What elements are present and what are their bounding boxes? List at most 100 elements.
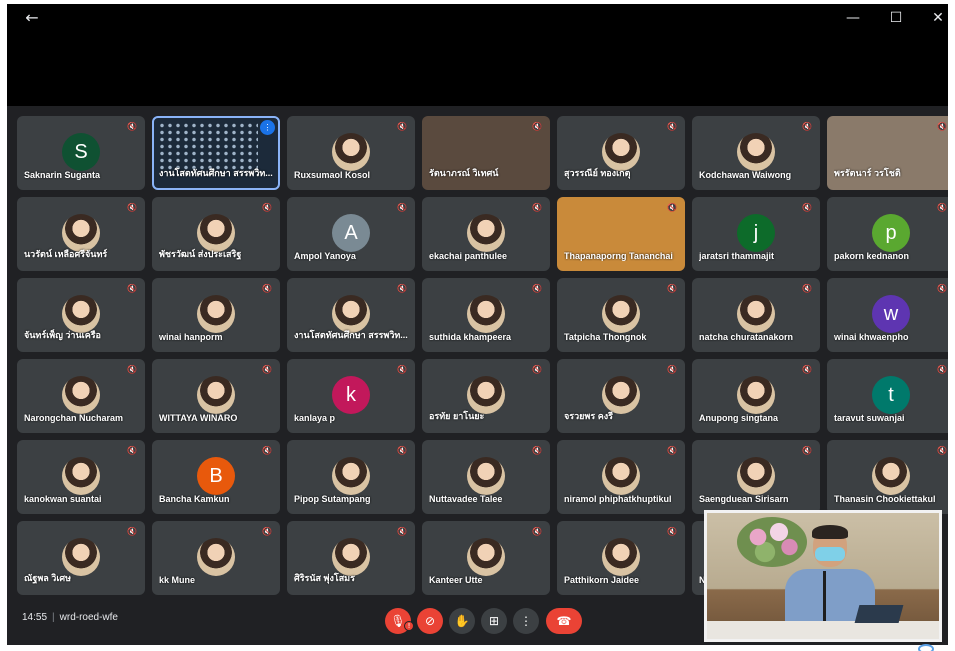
participant-tile[interactable]: 🔇 Narongchan Nucharam	[17, 359, 145, 433]
participant-name: WITTAYA WINARO	[159, 413, 238, 423]
mic-muted-icon: 🔇	[127, 446, 137, 455]
participant-tile[interactable]: 🔇 Saengduean Sirisarn	[692, 440, 820, 514]
participant-tile[interactable]: 🔇 WITTAYA WINARO	[152, 359, 280, 433]
participant-tile[interactable]: 🔇 suthida khampeera	[422, 278, 550, 352]
mic-muted-icon: 🔇	[262, 365, 272, 374]
participant-tile[interactable]: 🔇 Ruxsumaol Kosol	[287, 116, 415, 190]
leave-call-button[interactable]: ☎	[546, 608, 582, 634]
avatar: j	[737, 214, 775, 252]
participant-name: Saengduean Sirisarn	[699, 494, 789, 504]
camera-off-icon: ⊘	[424, 614, 436, 628]
more-options-button[interactable]: ⋮	[513, 608, 539, 634]
participant-tile[interactable]: 🔇 สุวรรณีย์ ทองเกตุ	[557, 116, 685, 190]
mic-muted-icon: 🔇	[937, 203, 947, 212]
mic-muted-icon: 🔇	[262, 203, 272, 212]
avatar	[467, 538, 505, 576]
participant-tile[interactable]: 🔇 ณัฐพล วิเศษ	[17, 521, 145, 595]
participant-tile[interactable]: 🔇 Pipop Sutampang	[287, 440, 415, 514]
maximize-button[interactable]: ☐	[885, 9, 907, 27]
participant-tile[interactable]: B 🔇 Bancha Kamkun	[152, 440, 280, 514]
participant-tile[interactable]: ⋮ งานโสตทัศนศึกษา สรรพวิท...	[152, 116, 280, 190]
close-button[interactable]: ✕	[927, 9, 948, 27]
avatar	[602, 538, 640, 576]
mic-muted-icon: 🔇	[397, 203, 407, 212]
participant-tile[interactable]: 🔇 Kodchawan Waiwong	[692, 116, 820, 190]
participant-tile[interactable]: t 🔇 taravut suwanjai	[827, 359, 948, 433]
participant-name: พรรัตนาร์ วรโชติ	[834, 168, 901, 178]
participant-name: อรทัย ยาโนยะ	[429, 411, 485, 421]
participant-tile[interactable]: S 🔇 Saknarin Suganta	[17, 116, 145, 190]
avatar	[467, 295, 505, 333]
participant-tile[interactable]: 🔇 รัตนาภรณ์ วิเทศน์	[422, 116, 550, 190]
participant-tile[interactable]: 🔇 Kanteer Utte	[422, 521, 550, 595]
avatar	[62, 376, 100, 414]
participant-name: Anupong singtana	[699, 413, 778, 423]
participant-name: natcha churatanakorn	[699, 332, 794, 342]
participant-name: taravut suwanjai	[834, 413, 905, 423]
participant-name: Pipop Sutampang	[294, 494, 371, 504]
mic-muted-icon: 🔇	[802, 284, 812, 293]
mic-muted-icon: 🔇	[532, 527, 542, 536]
participant-tile[interactable]: p 🔇 pakorn kednanon	[827, 197, 948, 271]
camera-toggle-button[interactable]: ⊘	[417, 608, 443, 634]
back-arrow-icon[interactable]: ←	[21, 9, 43, 27]
shared-screen-thumbnail	[158, 122, 258, 172]
participant-tile[interactable]: 🔇 natcha churatanakorn	[692, 278, 820, 352]
participant-name: งานโสตทัศนศึกษา สรรพวิท...	[159, 168, 273, 178]
hand-icon: ✋	[454, 614, 470, 628]
participant-tile[interactable]: 🔇 ศิริรนัส พุ่งโสมร	[287, 521, 415, 595]
participant-tile[interactable]: 🔇 พรรัตนาร์ วรโชติ	[827, 116, 948, 190]
participant-tile[interactable]: 🔇 Thanasin Chookiettakul	[827, 440, 948, 514]
participant-tile[interactable]: k 🔇 kanlaya p	[287, 359, 415, 433]
mic-muted-icon: 🔇	[532, 284, 542, 293]
participant-tile[interactable]: 🔇 Tatpicha Thongnok	[557, 278, 685, 352]
raise-hand-button[interactable]: ✋	[449, 608, 475, 634]
avatar: t	[872, 376, 910, 414]
participant-tile[interactable]: 🔇 Anupong singtana	[692, 359, 820, 433]
avatar: S	[62, 133, 100, 171]
self-view-video[interactable]	[704, 510, 942, 642]
participant-name: kk Mune	[159, 575, 196, 585]
participant-name: Kodchawan Waiwong	[699, 170, 792, 180]
participant-tile[interactable]: w 🔇 winai khwaenpho	[827, 278, 948, 352]
tablet-image	[854, 605, 904, 623]
participant-tile[interactable]: 🔇 winai hanporm	[152, 278, 280, 352]
participant-tile[interactable]: 🔇 นวรัตน์ เหลือศรีจันทร์	[17, 197, 145, 271]
participant-name: ศิริรนัส พุ่งโสมร	[294, 573, 355, 583]
participant-tile[interactable]: 🔇 อรทัย ยาโนยะ	[422, 359, 550, 433]
present-button[interactable]: ⊞	[481, 608, 507, 634]
participant-name: ณัฐพล วิเศษ	[24, 573, 72, 583]
mic-muted-icon: 🔇	[802, 446, 812, 455]
meeting-code[interactable]: wrd-roed-wfe	[60, 612, 118, 623]
participant-name: niramol phiphatkhuptikul	[564, 494, 672, 504]
mic-alert-badge: !	[404, 621, 414, 631]
mic-muted-icon: 🔇	[397, 527, 407, 536]
minimize-button[interactable]: —	[842, 9, 864, 27]
participant-name: winai khwaenpho	[834, 332, 909, 342]
participant-tile[interactable]: A 🔇 Ampol Yanoya	[287, 197, 415, 271]
participant-tile[interactable]: 🔇 งานโสตทัศนศึกษา สรรพวิท...	[287, 278, 415, 352]
participant-name: Bancha Kamkun	[159, 494, 230, 504]
participant-tile[interactable]: 🔇 ekachai panthulee	[422, 197, 550, 271]
mic-muted-icon: 🔇	[532, 203, 542, 212]
participant-tile[interactable]: 🔇 Thapanaporng Tananchai	[557, 197, 685, 271]
mic-muted-icon: 🔇	[127, 203, 137, 212]
title-bar: ← — ☐ ✕	[7, 4, 948, 106]
participant-tile[interactable]: 🔇 kk Mune	[152, 521, 280, 595]
participant-tile[interactable]: 🔇 Patthikorn Jaidee	[557, 521, 685, 595]
avatar	[197, 538, 235, 576]
participant-name: kanlaya p	[294, 413, 336, 423]
participant-tile[interactable]: 🔇 จรวยพร คงรี	[557, 359, 685, 433]
participant-name: Ampol Yanoya	[294, 251, 356, 261]
mic-muted-icon: 🔇	[397, 365, 407, 374]
participant-tile[interactable]: 🔇 kanokwan suantai	[17, 440, 145, 514]
participant-name: suthida khampeera	[429, 332, 512, 342]
participant-tile[interactable]: 🔇 จันทร์เพ็ญ ว่านเครือ	[17, 278, 145, 352]
participant-tile[interactable]: 🔇 พัชรวัฒน์ ส่งประเสริฐ	[152, 197, 280, 271]
participant-tile[interactable]: 🔇 niramol phiphatkhuptikul	[557, 440, 685, 514]
mic-toggle-button[interactable]: 🎙 !	[385, 608, 414, 634]
participant-tile[interactable]: 🔇 Nuttavadee Talee	[422, 440, 550, 514]
avatar: B	[197, 457, 235, 495]
mic-muted-icon: 🔇	[127, 284, 137, 293]
participant-tile[interactable]: j 🔇 jaratsri thammajit	[692, 197, 820, 271]
